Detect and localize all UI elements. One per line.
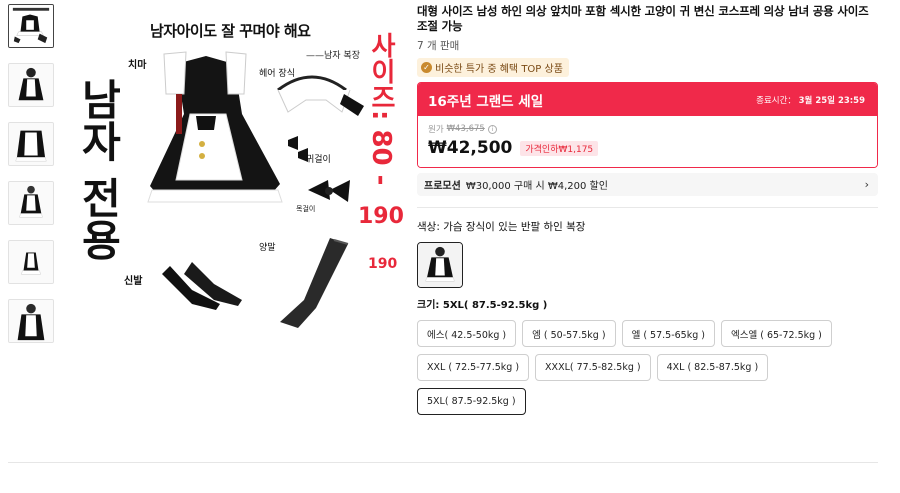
thumbnail-6[interactable]: [8, 299, 54, 343]
main-product-image[interactable]: 남자아이도 잘 꾸며야 해요 ——남자 복장 남자 전용 사이즈: 80 - 1…: [66, 4, 404, 334]
label-hair: 헤어 장식: [259, 69, 295, 79]
label-shoes: 신발: [124, 276, 143, 287]
label-socks: 양말: [259, 243, 276, 253]
sold-count: 7 개 판매: [417, 40, 460, 52]
bottom-divider: [8, 462, 878, 463]
sale-box: 16주년 그랜드 세일 종료시간： 3월 25일 23:59 원가 ₩43,67…: [417, 82, 878, 168]
promotion-row[interactable]: 프로모션 ₩30,000 구매 시 ₩4,200 할인 ›: [417, 173, 878, 196]
price-row: ₩42,500 가격인하₩1,175: [428, 138, 867, 158]
badge-text: 비슷한 특가 중 혜택 TOP 상품: [435, 64, 563, 75]
costume-set-image: [9, 5, 53, 47]
label-skirt: 치마: [128, 60, 147, 71]
thumbnail-strip: [8, 4, 58, 358]
sale-body: 원가 ₩43,675 i ₩42,500 가격인하₩1,175: [418, 116, 877, 167]
image-headline: 남자아이도 잘 꾸며야 해요: [150, 22, 311, 40]
promotion-label: 프로모션: [424, 181, 461, 192]
sale-title: 16주년 그랜드 세일: [428, 93, 544, 110]
size-option-xxl[interactable]: XXL ( 72.5-77.5kg ): [417, 354, 530, 381]
divider: [417, 207, 878, 208]
size-option-4xl[interactable]: 4XL ( 82.5-87.5kg ): [656, 354, 769, 381]
chevron-right-icon: ›: [864, 178, 869, 191]
color-option-swatch[interactable]: [417, 242, 463, 288]
promotion-text: ₩30,000 구매 시 ₩4,200 할인: [465, 181, 608, 192]
thumbnail-5[interactable]: [8, 240, 54, 284]
size-option-l[interactable]: 엘 ( 57.5-65kg ): [621, 320, 715, 347]
maid-dress-image: [418, 243, 462, 287]
maid-dress-image: [9, 241, 53, 283]
maid-dress-image: [9, 64, 53, 106]
label-earring: 귀걸이: [306, 155, 331, 165]
size-options: 에스( 42.5-50kg ) 엠 ( 50-57.5kg ) 엘 ( 57.5…: [417, 320, 878, 415]
maid-dress-image: [9, 123, 53, 165]
size-option-m[interactable]: 엠 ( 50-57.5kg ): [522, 320, 616, 347]
product-info-panel: 대형 사이즈 남성 하인 의상 앞치마 포함 섹시한 고양이 귀 변신 코스프레…: [417, 0, 878, 415]
thumbnail-4[interactable]: [8, 181, 54, 225]
current-price: ₩42,500: [428, 138, 513, 158]
image-subcaption: ——남자 복장: [306, 51, 360, 61]
size-option-xxxl[interactable]: XXXL( 77.5-82.5kg ): [535, 354, 651, 381]
image-size-190-large: 190: [358, 204, 404, 229]
badge-icon: ✓: [421, 62, 432, 73]
original-label: 원가: [428, 125, 444, 135]
size-option-s[interactable]: 에스( 42.5-50kg ): [417, 320, 517, 347]
maid-dress-image: [9, 182, 53, 224]
promotion-content: 프로모션 ₩30,000 구매 시 ₩4,200 할인: [424, 177, 608, 192]
product-title: 대형 사이즈 남성 하인 의상 앞치마 포함 섹시한 고양이 귀 변신 코스프레…: [417, 4, 869, 33]
image-vertical-text: 남자 전용: [74, 78, 123, 261]
sale-end-label: 종료시간：: [756, 95, 796, 106]
original-price-row: 원가 ₩43,675 i: [428, 123, 867, 135]
size-option-5xl[interactable]: 5XL( 87.5-92.5kg ): [417, 388, 526, 415]
label-necklace: 목걸이: [296, 205, 316, 213]
thumbnail-3[interactable]: [8, 122, 54, 166]
color-label: 색상: 가슴 장식이 있는 반팔 하인 복장: [417, 221, 586, 233]
sale-end-value: 3월 25일 23:59: [798, 95, 865, 106]
sale-header: 16주년 그랜드 세일 종료시간： 3월 25일 23:59: [418, 83, 877, 116]
original-price: ₩43,675: [446, 124, 485, 134]
top-benefit-badge: ✓ 비슷한 특가 중 혜택 TOP 상품: [417, 58, 569, 77]
size-label: 크기: 5XL( 87.5-92.5kg ): [417, 300, 548, 311]
price-drop-badge: 가격인하₩1,175: [520, 140, 599, 156]
image-size-text: 사이즈: 80 -: [366, 32, 396, 186]
thumbnail-1[interactable]: [8, 4, 54, 48]
info-icon[interactable]: i: [487, 124, 497, 134]
image-size-190-small: 190: [368, 256, 398, 272]
size-option-xl[interactable]: 엑스엘 ( 65-72.5kg ): [720, 320, 832, 347]
sale-end-time: 종료시간： 3월 25일 23:59: [756, 94, 865, 106]
maid-dress-image: [9, 300, 53, 342]
thumbnail-2[interactable]: [8, 63, 54, 107]
